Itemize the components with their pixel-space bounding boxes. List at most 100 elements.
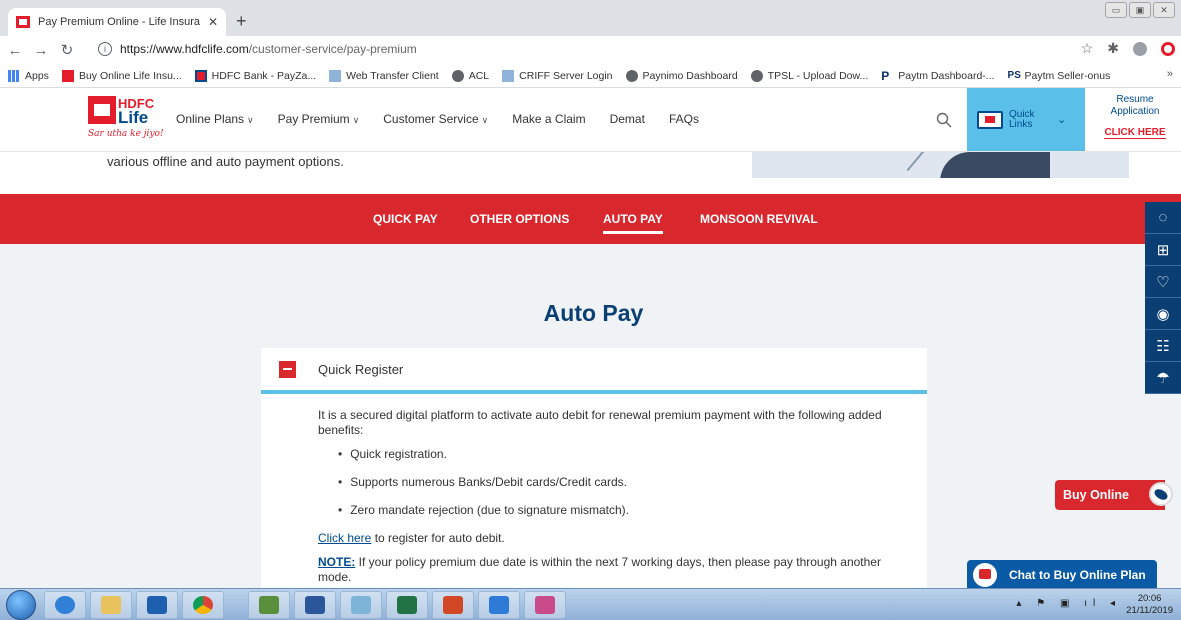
new-tab-button[interactable]: + — [236, 12, 247, 30]
powerpoint-icon[interactable] — [432, 591, 474, 619]
tab-title: Pay Premium Online - Life Insura — [38, 16, 201, 28]
tab-quick-pay[interactable]: QUICK PAY — [373, 212, 438, 226]
click-here-register-link[interactable]: Click here — [318, 531, 371, 545]
bookmark-item[interactable]: Paynimo Dashboard — [625, 69, 738, 82]
hdfc-life-logo[interactable]: HDFC Life Sar utha ke jiyo! — [88, 96, 168, 144]
nav-faqs[interactable]: FAQs — [669, 112, 699, 126]
list-item: Zero mandate rejection (due to signature… — [338, 503, 907, 518]
globe-icon — [625, 69, 638, 82]
heart-icon[interactable]: ♡ — [1145, 266, 1181, 298]
hero-image — [752, 152, 1129, 178]
quick-links-icon — [977, 110, 1003, 129]
minimize-button[interactable]: ▭ — [1105, 2, 1127, 18]
extension-o-icon[interactable] — [1161, 41, 1175, 56]
extensions-icon[interactable]: ✱ — [1107, 40, 1119, 57]
page-title: Auto Pay — [543, 300, 644, 326]
quick-links-button[interactable]: Quick Links ⌄ — [967, 88, 1085, 151]
nav-online-plans[interactable]: Online Plans ∨ — [176, 112, 254, 126]
site-info-icon[interactable]: i — [98, 42, 112, 56]
notepad-icon[interactable] — [340, 591, 382, 619]
search-icon[interactable] — [936, 112, 952, 128]
intro-text: It is a secured digital platform to acti… — [318, 408, 882, 437]
bookmark-apps[interactable]: Apps — [8, 69, 49, 82]
chevron-down-icon: ∨ — [247, 115, 254, 125]
bookmark-item[interactable]: PS Paytm Seller-onus — [1008, 70, 1111, 82]
taskbar-clock[interactable]: 20:06 21/11/2019 — [1126, 593, 1173, 617]
chat-bubble-icon[interactable]: ◌ — [1145, 202, 1181, 234]
reload-icon[interactable]: ↻ — [56, 41, 78, 59]
logo-mark-icon — [88, 96, 116, 124]
explorer-folder-icon[interactable] — [90, 591, 132, 619]
calculator-icon[interactable]: ⊞ — [1145, 234, 1181, 266]
mouse-icon — [1149, 482, 1173, 506]
register-line: Click here to register for auto debit. — [318, 531, 505, 545]
list-item: Quick registration. — [338, 447, 907, 462]
payment-tabs: QUICK PAY OTHER OPTIONS AUTO PAY MONSOON… — [0, 194, 1181, 244]
window-controls: ▭ ▣ ✕ — [1105, 2, 1175, 18]
nav-pay-premium[interactable]: Pay Premium ∨ — [278, 112, 360, 126]
browser-tab[interactable]: Pay Premium Online - Life Insura ✕ — [8, 8, 226, 36]
profile-avatar-icon[interactable] — [1133, 41, 1147, 56]
bookmark-item[interactable]: Buy Online Life Insu... — [61, 69, 182, 82]
close-tab-icon[interactable]: ✕ — [208, 15, 218, 29]
close-window-button[interactable]: ✕ — [1153, 2, 1175, 18]
outlook-icon[interactable] — [136, 591, 178, 619]
note-label: NOTE: — [318, 555, 356, 569]
ie-icon[interactable] — [44, 591, 86, 619]
benefits-list: Quick registration. Supports numerous Ba… — [338, 447, 907, 518]
clock-date: 21/11/2019 — [1126, 605, 1173, 616]
page-icon — [502, 69, 515, 82]
eye-icon[interactable]: ◉ — [1145, 298, 1181, 330]
bookmark-item[interactable]: CRIFF Server Login — [502, 69, 613, 82]
nav-customer-service[interactable]: Customer Service ∨ — [383, 112, 488, 126]
accordion-header[interactable]: Quick Register — [261, 348, 927, 394]
quick-links-label: Quick Links — [1009, 108, 1035, 130]
apps-grid-icon — [8, 69, 20, 82]
communicator-icon[interactable] — [248, 591, 290, 619]
resume-application[interactable]: Resume Application CLICK HERE — [1095, 94, 1175, 139]
back-arrow-icon[interactable]: ← — [4, 42, 26, 59]
application-label: Application — [1110, 106, 1160, 117]
windows-taskbar: ▴ ⚑ ▣ ıl ◂ 20:06 21/11/2019 — [0, 588, 1181, 620]
logo-life-text: Life — [118, 108, 149, 127]
bookmark-item[interactable]: TPSL - Upload Dow... — [750, 69, 868, 82]
main-content: Auto Pay Quick Register It is a secured … — [0, 244, 1181, 588]
contacts-icon[interactable] — [478, 591, 520, 619]
nav-demat[interactable]: Demat — [610, 112, 645, 126]
excel-icon[interactable] — [386, 591, 428, 619]
tab-monsoon-revival[interactable]: MONSOON REVIVAL — [700, 212, 818, 226]
family-umbrella-icon[interactable]: ☂ — [1145, 362, 1181, 394]
chrome-icon[interactable] — [182, 591, 224, 619]
main-nav: Online Plans ∨ Pay Premium ∨ Customer Serv… — [176, 112, 699, 126]
start-button[interactable] — [6, 590, 36, 620]
list-item: Supports numerous Banks/Debit cards/Cred… — [338, 475, 907, 490]
nav-make-a-claim[interactable]: Make a Claim — [512, 112, 585, 126]
buy-online-button[interactable]: Buy Online — [1055, 480, 1173, 510]
url-field[interactable]: i https://www.hdfclife.com/customer-serv… — [98, 38, 1098, 60]
bookmark-star-icon[interactable]: ☆ — [1081, 40, 1094, 57]
note-line: NOTE: If your policy premium due date is… — [318, 555, 881, 584]
word-icon[interactable] — [294, 591, 336, 619]
accordion-title: Quick Register — [318, 361, 404, 377]
click-here-link[interactable]: CLICK HERE — [1104, 127, 1166, 139]
bookmark-item[interactable]: P Paytm Dashboard-... — [881, 70, 994, 82]
page-icon — [329, 69, 342, 82]
system-tray[interactable]: ▴ ⚑ ▣ ıl ◂ — [1016, 598, 1121, 609]
forward-arrow-icon[interactable]: → — [30, 42, 52, 59]
logo-tagline: Sar utha ke jiyo! — [88, 129, 164, 139]
agent-document-icon[interactable]: ☷ — [1145, 330, 1181, 362]
browser-tab-strip: Pay Premium Online - Life Insura ✕ + ▭ ▣… — [0, 0, 1181, 36]
tab-auto-pay[interactable]: AUTO PAY — [603, 212, 663, 234]
url-path: /customer-service/pay-premium — [248, 42, 417, 56]
bookmarks-overflow-button[interactable]: » — [1167, 68, 1173, 80]
chat-widget[interactable]: Chat to Buy Online Plan — [967, 560, 1157, 590]
chevron-down-icon: ∨ — [481, 115, 489, 125]
bookmark-item[interactable]: HDFC Bank - PayZa... — [194, 69, 316, 82]
bookmark-item[interactable]: ACL — [451, 69, 489, 82]
collapse-minus-icon[interactable] — [279, 360, 296, 378]
snipping-tool-icon[interactable] — [524, 591, 566, 619]
hero-banner: various offline and auto payment options… — [0, 152, 1181, 194]
bookmark-item[interactable]: Web Transfer Client — [329, 69, 439, 82]
tab-other-options[interactable]: OTHER OPTIONS — [470, 212, 569, 226]
maximize-button[interactable]: ▣ — [1129, 2, 1151, 18]
